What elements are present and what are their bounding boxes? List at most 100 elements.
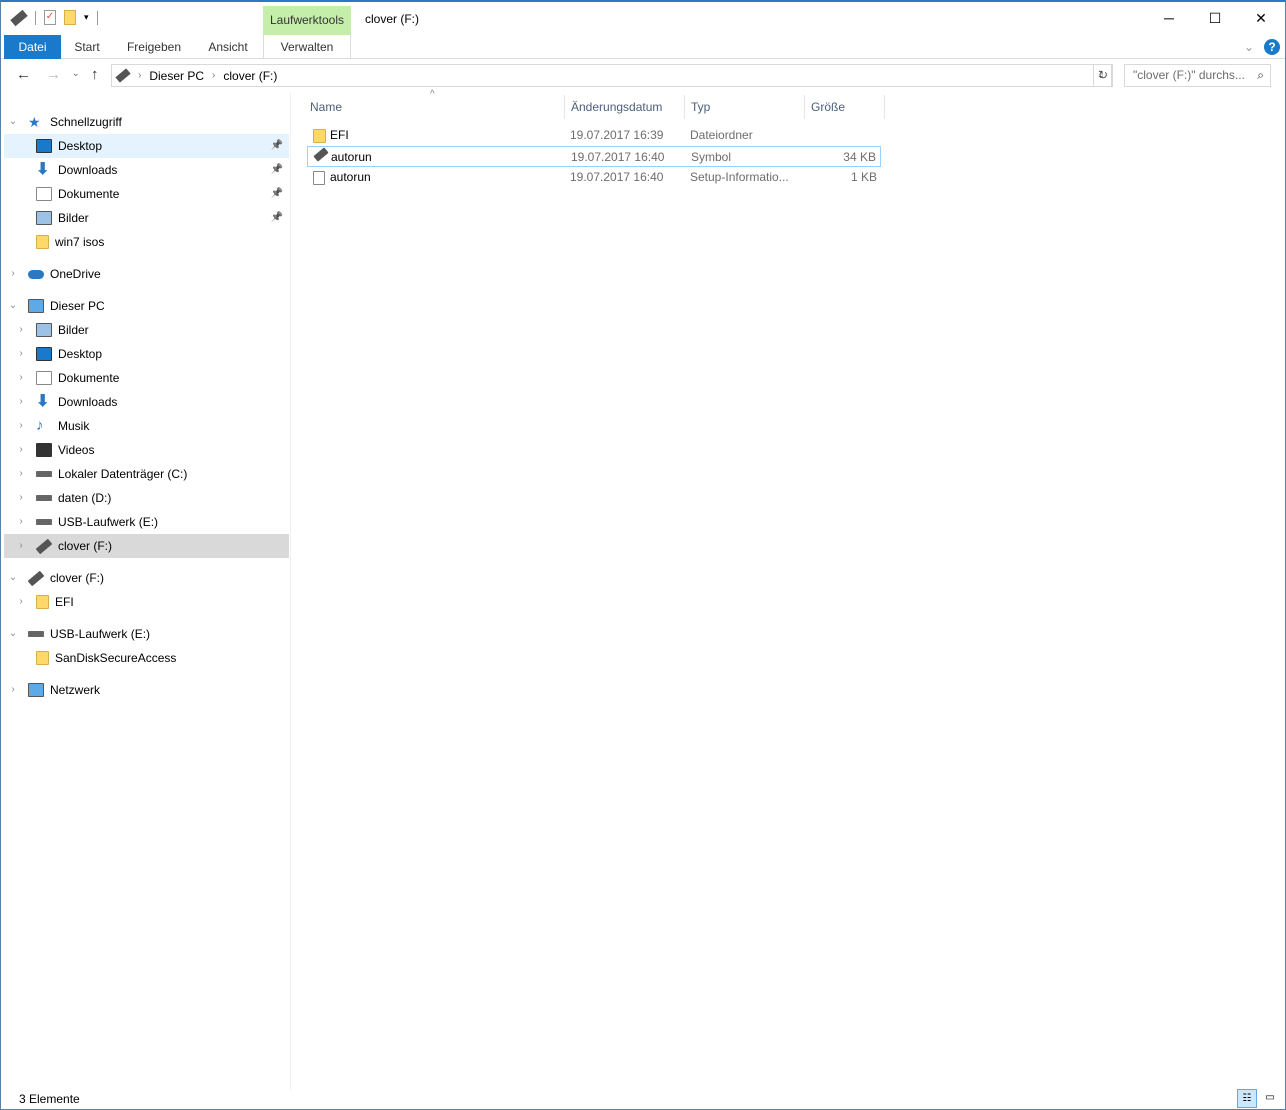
pin-icon[interactable]: 📌 bbox=[271, 158, 283, 182]
column-header-date[interactable]: Änderungsdatum bbox=[571, 95, 662, 119]
close-button[interactable]: ✕ bbox=[1238, 2, 1284, 34]
pin-icon[interactable]: 📌 bbox=[271, 182, 283, 206]
pin-icon[interactable]: 📌 bbox=[271, 134, 283, 158]
sidebar-item[interactable]: › Netzwerk bbox=[4, 678, 289, 702]
sidebar-item[interactable]: › EFI bbox=[4, 590, 289, 614]
file-date: 19.07.2017 16:40 bbox=[571, 150, 665, 164]
tab-start[interactable]: Start bbox=[63, 35, 111, 59]
drive-icon bbox=[36, 495, 52, 501]
help-icon[interactable]: ? bbox=[1264, 39, 1280, 55]
sidebar-item-label: Desktop bbox=[58, 139, 103, 153]
chevron-right-icon[interactable]: › bbox=[16, 486, 26, 510]
chevron-right-icon[interactable]: › bbox=[16, 342, 26, 366]
pane-divider[interactable] bbox=[290, 92, 291, 1090]
sidebar-item-label: Schnellzugriff bbox=[50, 115, 122, 129]
sidebar-item[interactable]: Desktop 📌 bbox=[4, 134, 289, 158]
sidebar-item[interactable]: ⌄ clover (F:) bbox=[4, 566, 289, 590]
chevron-down-icon[interactable]: ⌄ bbox=[8, 110, 18, 134]
chevron-down-icon[interactable]: ⌄ bbox=[8, 294, 18, 318]
refresh-button[interactable]: ↻ bbox=[1093, 64, 1113, 87]
ribbon-tabs: Datei Start Freigeben Ansicht Verwalten … bbox=[1, 35, 1285, 59]
sidebar-item[interactable]: Bilder 📌 bbox=[4, 206, 289, 230]
tab-ansicht[interactable]: Ansicht bbox=[197, 35, 259, 59]
file-type: Setup-Informatio... bbox=[690, 170, 789, 184]
minimize-button[interactable]: ─ bbox=[1146, 2, 1192, 34]
sidebar-item[interactable]: › Videos bbox=[4, 438, 289, 462]
sidebar-item[interactable]: Dokumente 📌 bbox=[4, 182, 289, 206]
column-separator[interactable] bbox=[684, 95, 685, 119]
sidebar-item[interactable]: ⬇ Downloads 📌 bbox=[4, 158, 289, 182]
sidebar-item-label: clover (F:) bbox=[58, 539, 112, 553]
new-folder-icon[interactable] bbox=[64, 10, 76, 25]
chevron-right-icon[interactable]: › bbox=[16, 390, 26, 414]
sidebar-item[interactable]: win7 isos bbox=[4, 230, 289, 254]
sidebar-item[interactable]: SanDiskSecureAccess bbox=[4, 646, 289, 670]
column-separator[interactable] bbox=[564, 95, 565, 119]
sidebar-item-label: Dieser PC bbox=[50, 299, 105, 313]
chevron-right-icon[interactable]: › bbox=[16, 462, 26, 486]
status-item-count: 3 Elemente bbox=[19, 1092, 80, 1106]
chevron-right-icon[interactable]: › bbox=[16, 534, 26, 558]
sidebar-item[interactable]: › ⬇ Downloads bbox=[4, 390, 289, 414]
sidebar-item[interactable]: › USB-Laufwerk (E:) bbox=[4, 510, 289, 534]
column-header-size[interactable]: Größe bbox=[811, 95, 845, 119]
chevron-right-icon[interactable]: › bbox=[16, 438, 26, 462]
chevron-right-icon[interactable]: › bbox=[16, 366, 26, 390]
chevron-right-icon[interactable]: › bbox=[8, 262, 18, 286]
file-row[interactable]: autorun 19.07.2017 16:40 Setup-Informatio.… bbox=[307, 167, 881, 188]
doc-icon bbox=[36, 187, 52, 201]
file-size: 34 KB bbox=[843, 150, 876, 164]
sidebar-item[interactable]: › Bilder bbox=[4, 318, 289, 342]
tab-verwalten[interactable]: Verwalten bbox=[263, 35, 351, 59]
file-row[interactable]: EFI 19.07.2017 16:39 Dateiordner bbox=[307, 125, 881, 146]
file-name: EFI bbox=[330, 128, 349, 142]
customize-toolbar-icon[interactable]: ▾ bbox=[84, 12, 89, 23]
sidebar-item[interactable]: › OneDrive bbox=[4, 262, 289, 286]
chevron-right-icon[interactable]: › bbox=[16, 510, 26, 534]
chevron-right-icon[interactable]: › bbox=[16, 318, 26, 342]
tab-datei[interactable]: Datei bbox=[4, 35, 61, 59]
chevron-down-icon[interactable]: ⌄ bbox=[8, 566, 18, 590]
sidebar-item[interactable]: › Dokumente bbox=[4, 366, 289, 390]
large-icons-view-button[interactable]: ▭ bbox=[1261, 1089, 1279, 1108]
cloud-icon bbox=[28, 269, 44, 279]
sidebar-item-label: Dokumente bbox=[58, 187, 120, 201]
forward-button[interactable]: → bbox=[46, 66, 61, 83]
sidebar-item[interactable]: › Desktop bbox=[4, 342, 289, 366]
chevron-right-icon[interactable]: › bbox=[8, 678, 18, 702]
address-bar[interactable]: › Dieser PC › clover (F:) ⌄ bbox=[111, 64, 1112, 87]
breadcrumb-clover[interactable]: clover (F:) bbox=[223, 69, 277, 83]
drive-icon bbox=[36, 519, 52, 525]
sidebar-item[interactable]: › ♪ Musik bbox=[4, 414, 289, 438]
chevron-down-icon[interactable]: ⌄ bbox=[8, 622, 18, 646]
file-date: 19.07.2017 16:39 bbox=[570, 128, 664, 142]
pin-icon[interactable]: 📌 bbox=[271, 206, 283, 230]
details-view-button[interactable]: ☷ bbox=[1237, 1089, 1257, 1108]
breadcrumb-dieser-pc[interactable]: Dieser PC bbox=[149, 69, 204, 83]
column-separator[interactable] bbox=[884, 95, 885, 119]
file-row[interactable]: autorun 19.07.2017 16:40 Symbol 34 KB bbox=[307, 146, 881, 167]
quick-access-toolbar: ✓ ▾ bbox=[10, 9, 98, 26]
recent-locations-icon[interactable]: ⌄ bbox=[72, 68, 80, 79]
chevron-right-icon[interactable]: › bbox=[16, 414, 26, 438]
column-header-type[interactable]: Typ bbox=[691, 95, 710, 119]
up-button[interactable]: ↑ bbox=[91, 66, 99, 83]
download-icon: ⬇ bbox=[36, 161, 50, 178]
expand-ribbon-icon[interactable]: ⌄ bbox=[1241, 35, 1257, 59]
column-header-name[interactable]: Name bbox=[310, 95, 342, 119]
column-separator[interactable] bbox=[804, 95, 805, 119]
maximize-button[interactable]: ☐ bbox=[1192, 2, 1238, 34]
sidebar-item[interactable]: ⌄ Dieser PC bbox=[4, 294, 289, 318]
sidebar-item[interactable]: ⌄ USB-Laufwerk (E:) bbox=[4, 622, 289, 646]
pictures-icon bbox=[36, 323, 52, 337]
search-input[interactable]: "clover (F:)" durchs... ⌕ bbox=[1124, 64, 1271, 87]
back-button[interactable]: ← bbox=[16, 66, 31, 83]
tab-freigeben[interactable]: Freigeben bbox=[117, 35, 191, 59]
chevron-right-icon[interactable]: › bbox=[16, 590, 26, 614]
sidebar-item[interactable]: › daten (D:) bbox=[4, 486, 289, 510]
sidebar-item[interactable]: › clover (F:) bbox=[4, 534, 289, 558]
pictures-icon bbox=[36, 211, 52, 225]
sidebar-item[interactable]: ⌄ ★ Schnellzugriff bbox=[4, 110, 289, 134]
sidebar-item[interactable]: › Lokaler Datenträger (C:) bbox=[4, 462, 289, 486]
properties-icon[interactable]: ✓ bbox=[44, 10, 56, 25]
